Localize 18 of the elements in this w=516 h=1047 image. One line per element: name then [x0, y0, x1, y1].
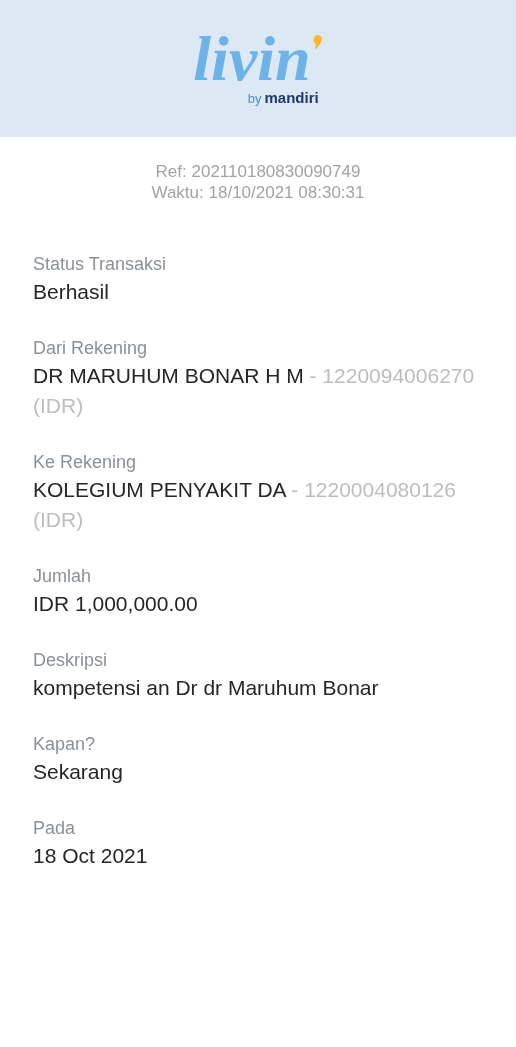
field-label: Jumlah — [33, 565, 93, 588]
field-label: Status Transaksi — [33, 253, 168, 276]
transaction-time: Waktu: 18/10/2021 08:30:31 — [151, 182, 365, 203]
field-value: kompetensi an Dr dr Maruhum Bonar — [33, 675, 380, 701]
reference-number: Ref: 202110180830090749 — [155, 161, 361, 182]
field-value: Berhasil — [33, 279, 110, 305]
logo-by-text: by — [247, 90, 262, 109]
field-value: DR MARUHUM BONAR H M - 1220094006270 (IDR) — [33, 363, 476, 419]
field-value: Sekarang — [33, 759, 124, 785]
field-label: Pada — [33, 817, 77, 840]
field-value: IDR 1,000,000.00 — [33, 591, 199, 617]
field-value: KOLEGIUM PENYAKIT DA - 1220004080126 (IDR) — [33, 477, 457, 533]
apostrophe-icon — [312, 35, 323, 52]
field-label: Deskripsi — [33, 649, 108, 672]
field-label: Ke Rekening — [33, 451, 138, 474]
field-label: Kapan? — [33, 733, 97, 756]
field-value: 18 Oct 2021 — [33, 843, 149, 869]
field-label: Dari Rekening — [33, 337, 149, 360]
